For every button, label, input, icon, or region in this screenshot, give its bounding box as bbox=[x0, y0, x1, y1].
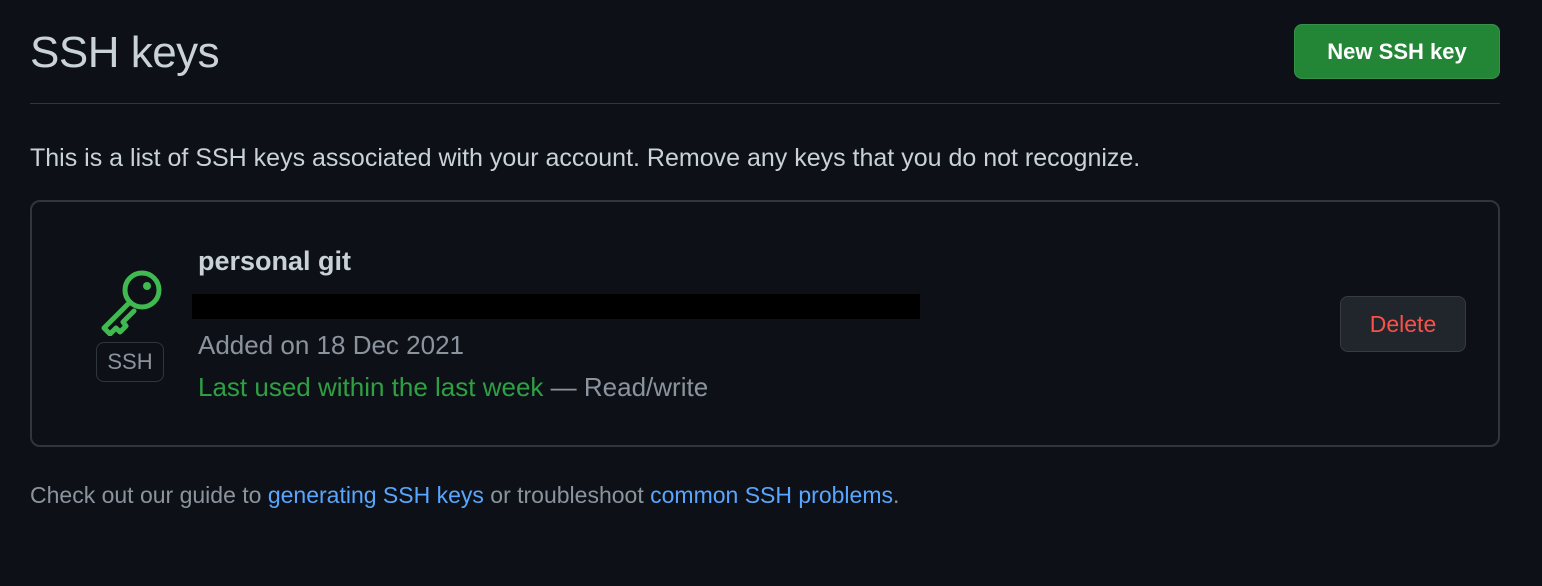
ssh-key-item: SSH personal git Added on 18 Dec 2021 La… bbox=[30, 200, 1500, 447]
key-access: — Read/write bbox=[550, 372, 709, 402]
footer-prefix: Check out our guide to bbox=[30, 482, 268, 508]
intro-text: This is a list of SSH keys associated wi… bbox=[30, 144, 1141, 172]
page-header: SSH keys New SSH key bbox=[30, 22, 1500, 104]
page-title: SSH keys bbox=[30, 28, 220, 77]
footer-middle: or troubleshoot bbox=[483, 482, 651, 508]
key-usage: Last used within the last week — Read/wr… bbox=[198, 372, 708, 403]
generating-ssh-keys-link[interactable]: generating SSH keys bbox=[268, 482, 484, 508]
footer-suffix: . bbox=[892, 482, 900, 508]
key-last-used: Last used within the last week bbox=[198, 372, 544, 402]
key-icon bbox=[101, 270, 162, 336]
ssh-type-label: SSH bbox=[96, 342, 164, 382]
common-ssh-problems-link[interactable]: common SSH problems bbox=[650, 482, 893, 508]
new-ssh-key-button[interactable]: New SSH key bbox=[1294, 24, 1500, 79]
key-fingerprint-redacted bbox=[192, 294, 920, 319]
delete-key-button[interactable]: Delete bbox=[1340, 296, 1466, 352]
ssh-keys-page: SSH keys New SSH key This is a list of S… bbox=[0, 0, 1542, 586]
key-title: personal git bbox=[198, 246, 352, 276]
key-added-date: Added on 18 Dec 2021 bbox=[198, 330, 464, 360]
help-footer: Check out our guide to generating SSH ke… bbox=[30, 482, 899, 509]
